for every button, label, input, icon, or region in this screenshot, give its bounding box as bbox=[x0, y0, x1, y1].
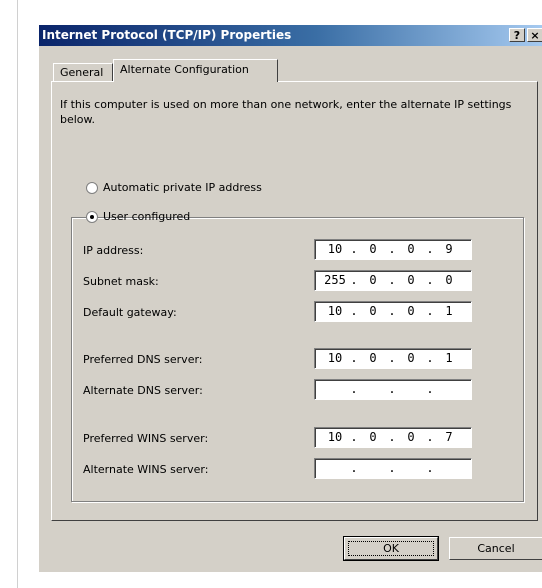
ip-dot-separator: . bbox=[426, 304, 434, 318]
subnet-mask-label: Subnet mask: bbox=[83, 275, 159, 288]
tab-panel: If this computer is used on more than on… bbox=[51, 81, 538, 521]
default-gateway-input[interactable]: 10 0 0 1... bbox=[314, 301, 472, 322]
radio-label-automatic: Automatic private IP address bbox=[103, 181, 262, 194]
window-title: Internet Protocol (TCP/IP) Properties bbox=[42, 28, 292, 42]
ip-octet[interactable]: 0 bbox=[397, 302, 425, 321]
ip-octet[interactable]: 7 bbox=[435, 428, 463, 447]
ip-octet[interactable]: 0 bbox=[359, 302, 387, 321]
ip-dot-separator: . bbox=[350, 461, 358, 475]
ip-octet[interactable]: 9 bbox=[435, 240, 463, 259]
ip-octet[interactable]: 10 bbox=[321, 302, 349, 321]
ip-octet[interactable]: 0 bbox=[397, 349, 425, 368]
ip-dot-separator: . bbox=[426, 430, 434, 444]
ip-address-input[interactable]: 10 0 0 9... bbox=[314, 239, 472, 260]
default-gateway-label: Default gateway: bbox=[83, 306, 177, 319]
ip-address-label: IP address: bbox=[83, 244, 144, 257]
ip-dot-separator: . bbox=[350, 273, 358, 287]
alternate-dns-label: Alternate DNS server: bbox=[83, 384, 203, 397]
cancel-button[interactable]: Cancel bbox=[449, 537, 542, 560]
radio-label-user: User configured bbox=[103, 210, 191, 223]
ip-octet[interactable]: 0 bbox=[359, 271, 387, 290]
preferred-dns-input[interactable]: 10 0 0 1... bbox=[314, 348, 472, 369]
alternate-wins-label: Alternate WINS server: bbox=[83, 463, 209, 476]
ip-dot-separator: . bbox=[388, 351, 396, 365]
ip-dot-separator: . bbox=[388, 430, 396, 444]
ip-dot-separator: . bbox=[350, 304, 358, 318]
title-bar[interactable]: Internet Protocol (TCP/IP) Properties ? … bbox=[39, 25, 542, 46]
ip-dot-separator: . bbox=[426, 273, 434, 287]
tcpip-properties-dialog: Internet Protocol (TCP/IP) Properties ? … bbox=[38, 24, 542, 572]
ip-octet[interactable]: 0 bbox=[397, 240, 425, 259]
ip-octet[interactable]: 1 bbox=[435, 349, 463, 368]
preferred-wins-label: Preferred WINS server: bbox=[83, 432, 209, 445]
radio-button-selected[interactable] bbox=[86, 211, 98, 223]
ip-dot-separator: . bbox=[350, 242, 358, 256]
ip-octet[interactable]: 10 bbox=[321, 428, 349, 447]
ip-octet[interactable]: 0 bbox=[359, 240, 387, 259]
ip-octet[interactable]: 10 bbox=[321, 240, 349, 259]
ip-octet[interactable]: 1 bbox=[435, 302, 463, 321]
ip-dot-separator: . bbox=[388, 461, 396, 475]
ip-dot-separator: . bbox=[426, 382, 434, 396]
ip-dot-separator: . bbox=[388, 382, 396, 396]
ip-dot-separator: . bbox=[388, 304, 396, 318]
ip-dot-separator: . bbox=[388, 273, 396, 287]
ip-octet[interactable]: 255 bbox=[321, 271, 349, 290]
radio-button[interactable] bbox=[86, 182, 98, 194]
tab-alternate-configuration[interactable]: Alternate Configuration bbox=[113, 59, 278, 82]
ip-dot-separator: . bbox=[350, 382, 358, 396]
focus-rect bbox=[348, 541, 434, 556]
ip-dot-separator: . bbox=[350, 351, 358, 365]
subnet-mask-input[interactable]: 255 0 0 0... bbox=[314, 270, 472, 291]
ip-dot-separator: . bbox=[388, 242, 396, 256]
ip-octet[interactable]: 0 bbox=[359, 428, 387, 447]
radio-user-configured[interactable]: User configured bbox=[86, 209, 190, 225]
cancel-button-label: Cancel bbox=[477, 542, 515, 555]
alternate-dns-input[interactable]: ... bbox=[314, 379, 472, 400]
ip-dot-separator: . bbox=[426, 351, 434, 365]
intro-text: If this computer is used on more than on… bbox=[60, 98, 512, 126]
alternate-wins-input[interactable]: ... bbox=[314, 458, 472, 479]
help-button[interactable]: ? bbox=[509, 28, 525, 42]
ip-octet[interactable]: 0 bbox=[397, 271, 425, 290]
preferred-dns-label: Preferred DNS server: bbox=[83, 353, 203, 366]
ok-button[interactable]: OK bbox=[343, 536, 439, 561]
tab-general[interactable]: General bbox=[53, 63, 113, 81]
ip-octet[interactable]: 0 bbox=[397, 428, 425, 447]
preferred-wins-input[interactable]: 10 0 0 7... bbox=[314, 427, 472, 448]
ip-dot-separator: . bbox=[426, 242, 434, 256]
ip-octet[interactable]: 0 bbox=[435, 271, 463, 290]
page-divider bbox=[17, 0, 18, 588]
ip-dot-separator: . bbox=[426, 461, 434, 475]
ip-octet[interactable]: 0 bbox=[359, 349, 387, 368]
ip-octet[interactable]: 10 bbox=[321, 349, 349, 368]
close-button[interactable]: × bbox=[527, 28, 542, 42]
ip-dot-separator: . bbox=[350, 430, 358, 444]
